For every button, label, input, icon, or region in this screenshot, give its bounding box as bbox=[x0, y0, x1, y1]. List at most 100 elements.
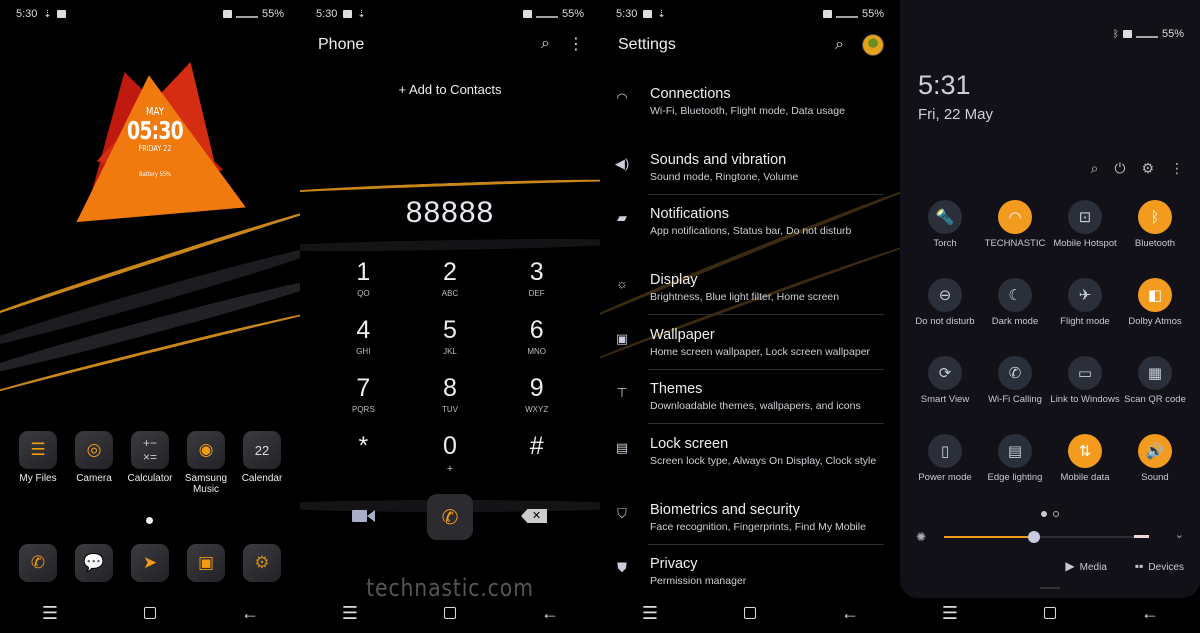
brightness-track[interactable] bbox=[944, 531, 1149, 543]
back-button[interactable]: ← bbox=[220, 603, 280, 624]
key-7[interactable]: 7 PQRS bbox=[320, 374, 407, 419]
key-2[interactable]: 2 ABC bbox=[407, 258, 494, 303]
home-button[interactable] bbox=[720, 603, 780, 624]
app-label: Samsung Music bbox=[184, 473, 228, 495]
app-samsung-music[interactable]: ◉ Samsung Music bbox=[178, 431, 234, 495]
quick-tile-scan-qr-code[interactable]: ▦ Scan QR code bbox=[1120, 356, 1190, 423]
recents-button[interactable]: ☰ bbox=[620, 603, 680, 624]
backspace-button[interactable]: ✕ bbox=[521, 509, 547, 523]
recents-button[interactable]: ☰ bbox=[920, 603, 980, 624]
key-1[interactable]: 1 QO bbox=[320, 258, 407, 303]
recents-button[interactable]: ☰ bbox=[320, 603, 380, 624]
wifi-icon: ◠ bbox=[616, 90, 628, 105]
phone-icon: ✆ bbox=[19, 544, 57, 582]
quick-tile-do-not-disturb[interactable]: ⊖ Do not disturb bbox=[910, 278, 980, 345]
quick-tile-mobile-hotspot[interactable]: ⊡ Mobile Hotspot bbox=[1050, 200, 1120, 267]
key-hash[interactable]: # bbox=[493, 432, 580, 477]
key-star[interactable]: * bbox=[320, 432, 407, 477]
quick-tile-wi-fi-calling[interactable]: ✆ Wi-Fi Calling bbox=[980, 356, 1050, 423]
key-8[interactable]: 8 TUV bbox=[407, 374, 494, 419]
dock-messages[interactable]: 💬 bbox=[66, 544, 122, 586]
search-icon[interactable]: ⌕ bbox=[1091, 160, 1099, 177]
settings-item-notifications[interactable]: ▰ Notifications App notifications, Statu… bbox=[600, 206, 900, 256]
themes-brush-icon: ⊤ bbox=[616, 385, 628, 400]
volume-icon: ◀) bbox=[614, 156, 630, 171]
key-6[interactable]: 6 MNO bbox=[493, 316, 580, 361]
quick-tile-bluetooth[interactable]: ᛒ Bluetooth bbox=[1120, 200, 1190, 267]
key-3[interactable]: 3 DEF bbox=[493, 258, 580, 303]
alarm-icon bbox=[522, 10, 532, 18]
settings-item-subtitle: Home screen wallpaper, Lock screen wallp… bbox=[650, 346, 871, 358]
quick-tile-flight-mode[interactable]: ✈ Flight mode bbox=[1050, 278, 1120, 345]
app-calendar[interactable]: 22 Calendar bbox=[234, 431, 290, 495]
more-options-icon[interactable]: ⋮ bbox=[1170, 160, 1184, 177]
quick-tile-sound[interactable]: 🔊 Sound bbox=[1120, 434, 1190, 501]
home-button[interactable] bbox=[120, 603, 180, 624]
qs-clock[interactable]: 5:31 bbox=[918, 70, 971, 101]
dock-gallery[interactable]: ▣ bbox=[178, 544, 234, 586]
key-digit: 9 bbox=[529, 374, 544, 402]
search-icon[interactable]: ⌕ bbox=[541, 35, 550, 53]
search-icon[interactable]: ⌕ bbox=[835, 36, 844, 54]
quick-tile-edge-lighting[interactable]: ▤ Edge lighting bbox=[980, 434, 1050, 501]
page-indicator[interactable] bbox=[146, 517, 153, 524]
quick-tile-technastic[interactable]: ◠ TECHNASTIC bbox=[980, 200, 1050, 267]
settings-item-lock-screen[interactable]: ▤ Lock screen Screen lock type, Always O… bbox=[600, 436, 900, 486]
settings-item-subtitle: App notifications, Status bar, Do not di… bbox=[650, 225, 852, 237]
key-4[interactable]: 4 GHI bbox=[320, 316, 407, 361]
settings-item-connections[interactable]: ◠ Connections Wi-Fi, Bluetooth, Flight m… bbox=[600, 86, 900, 136]
quick-tile-power-mode[interactable]: ▯ Power mode bbox=[910, 434, 980, 501]
key-9[interactable]: 9 WXYZ bbox=[493, 374, 580, 419]
keypad: 1 QO 2 ABC 3 DEF 4 GHI 5 JKL 6 MNO 7 PQRS 8 TUV … bbox=[320, 258, 580, 477]
quick-tile-link-to-windows[interactable]: ▭ Link to Windows bbox=[1050, 356, 1120, 423]
settings-item-title: Wallpaper bbox=[650, 327, 715, 343]
app-camera[interactable]: ◎ Camera bbox=[66, 431, 122, 495]
settings-item-subtitle: Brightness, Blue light filter, Home scre… bbox=[650, 291, 840, 303]
chevron-down-icon[interactable]: ⌄ bbox=[1175, 528, 1184, 541]
quick-tile-label: Sound bbox=[1141, 472, 1169, 483]
key-digit: 2 bbox=[443, 258, 457, 286]
qs-page-indicator[interactable] bbox=[1041, 511, 1059, 517]
dock-browser[interactable]: ➤ bbox=[122, 544, 178, 586]
brightness-slider[interactable]: ✺ ⌄ bbox=[916, 528, 1184, 546]
call-button[interactable]: ✆ bbox=[427, 494, 473, 540]
more-options-icon[interactable]: ⋮ bbox=[568, 34, 584, 54]
key-5[interactable]: 5 JKL bbox=[407, 316, 494, 361]
status-time: 5:30 bbox=[16, 8, 38, 20]
dialed-number[interactable]: 88888 bbox=[300, 196, 600, 230]
status-bar: 5:30 ⇣ 55% bbox=[16, 6, 284, 22]
dock-phone[interactable]: ✆ bbox=[10, 544, 66, 586]
add-to-contacts-button[interactable]: + Add to Contacts bbox=[300, 82, 600, 97]
media-button[interactable]: ▶ Media bbox=[1065, 559, 1106, 573]
clock-widget[interactable]: MAY 05:30 FRIDAY 22 Battery 55% bbox=[50, 45, 254, 230]
navigation-bar: ☰ ← bbox=[300, 593, 600, 633]
key-letters: MNO bbox=[527, 347, 546, 356]
quick-tile-dark-mode[interactable]: ☾ Dark mode bbox=[980, 278, 1050, 345]
video-call-button[interactable] bbox=[352, 508, 376, 524]
settings-item-title: Connections bbox=[650, 86, 731, 102]
back-button[interactable]: ← bbox=[520, 603, 580, 624]
quick-tile-mobile-data[interactable]: ⇅ Mobile data bbox=[1050, 434, 1120, 501]
home-button[interactable] bbox=[420, 603, 480, 624]
panel-drag-handle[interactable] bbox=[1040, 587, 1060, 589]
status-time: 5:30 bbox=[316, 8, 338, 20]
settings-item-subtitle: Permission manager bbox=[650, 575, 747, 587]
home-button[interactable] bbox=[1020, 603, 1080, 624]
key-0[interactable]: 0 + bbox=[407, 432, 494, 477]
qs-date[interactable]: Fri, 22 May bbox=[918, 106, 993, 123]
power-icon[interactable]: ⏻ bbox=[1114, 160, 1125, 177]
back-button[interactable]: ← bbox=[820, 603, 880, 624]
devices-button[interactable]: ▪▪ Devices bbox=[1135, 559, 1184, 573]
avatar[interactable] bbox=[862, 34, 884, 56]
quick-tile-smart-view[interactable]: ⟳ Smart View bbox=[910, 356, 980, 423]
recents-button[interactable]: ☰ bbox=[20, 603, 80, 624]
brightness-thumb[interactable] bbox=[1028, 531, 1041, 543]
quick-tile-dolby-atmos[interactable]: ◧ Dolby Atmos bbox=[1120, 278, 1190, 345]
back-button[interactable]: ← bbox=[1120, 603, 1180, 624]
settings-gear-icon[interactable]: ⚙ bbox=[1141, 160, 1154, 177]
app-my-files[interactable]: ☰ My Files bbox=[10, 431, 66, 495]
quick-tile-torch[interactable]: 🔦 Torch bbox=[910, 200, 980, 267]
dock-settings[interactable]: ⚙ bbox=[234, 544, 290, 586]
app-calculator[interactable]: +− ×= Calculator bbox=[122, 431, 178, 495]
key-digit: 3 bbox=[529, 258, 544, 286]
